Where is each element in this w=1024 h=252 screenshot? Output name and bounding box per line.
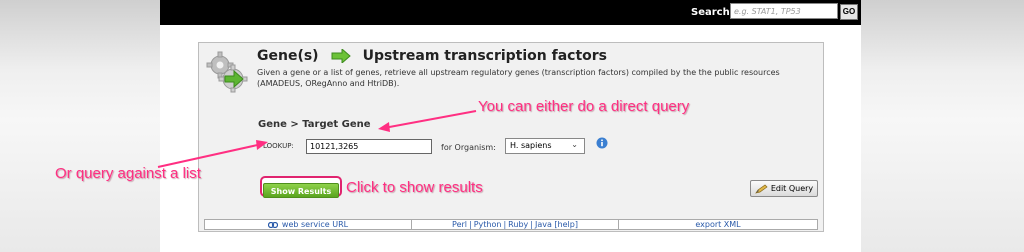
organism-value: H. sapiens — [510, 141, 552, 150]
go-button[interactable]: GO — [840, 4, 858, 20]
title-gene: Gene(s) — [257, 48, 319, 64]
annotation-click-results: Click to show results — [346, 179, 483, 196]
query-panel: Gene(s) Upstream transcription factors G… — [198, 42, 824, 232]
footer-cell-languages: Perl | Python | Ruby | Java [help] — [412, 220, 619, 229]
link-icon — [267, 221, 278, 228]
search-label: Search: — [691, 7, 734, 18]
python-link[interactable]: Python — [474, 220, 502, 229]
lookup-label: LOOKUP: — [263, 142, 294, 150]
footer-cell-export: export XML — [619, 220, 817, 229]
annotation-list-query: Or query against a list — [55, 165, 201, 182]
info-icon[interactable] — [596, 137, 608, 149]
edit-query-button[interactable]: Edit Query — [750, 180, 818, 197]
top-bar: Search: GO — [160, 0, 861, 25]
pencil-icon — [755, 184, 768, 194]
title-tf: Upstream transcription factors — [362, 48, 608, 64]
search-input[interactable] — [730, 3, 838, 19]
footer-bar: web service URL Perl | Python | Ruby | J… — [204, 219, 818, 230]
footer-cell-web-service: web service URL — [205, 220, 412, 229]
perl-link[interactable]: Perl — [452, 220, 467, 229]
annotation-direct-query: You can either do a direct query — [478, 98, 690, 115]
organism-select[interactable]: H. sapiens ⌄ — [505, 138, 585, 154]
panel-description: Given a gene or a list of genes, retriev… — [257, 68, 780, 88]
ruby-link[interactable]: Ruby — [508, 220, 528, 229]
section-heading: Gene > Target Gene — [258, 119, 371, 130]
show-results-button[interactable]: Show Results — [263, 183, 339, 198]
chevron-down-icon: ⌄ — [571, 140, 578, 149]
export-xml-link[interactable]: export XML — [695, 220, 740, 229]
separator: | — [530, 220, 533, 229]
gear-icon — [206, 51, 248, 93]
lookup-input[interactable] — [306, 139, 432, 154]
show-results-highlight: Show Results — [260, 176, 342, 198]
arrow-right-icon — [331, 49, 351, 63]
page-container: Search: GO Gene(s) — [160, 0, 861, 252]
separator: | — [503, 220, 507, 229]
edit-query-label: Edit Query — [770, 184, 814, 193]
panel-title: Gene(s) Upstream transcription factors — [257, 48, 607, 64]
organism-label: for Organism: — [441, 143, 496, 152]
web-service-link[interactable]: web service URL — [282, 220, 348, 229]
separator: | — [469, 220, 472, 229]
java-link[interactable]: Java [help] — [535, 220, 578, 229]
